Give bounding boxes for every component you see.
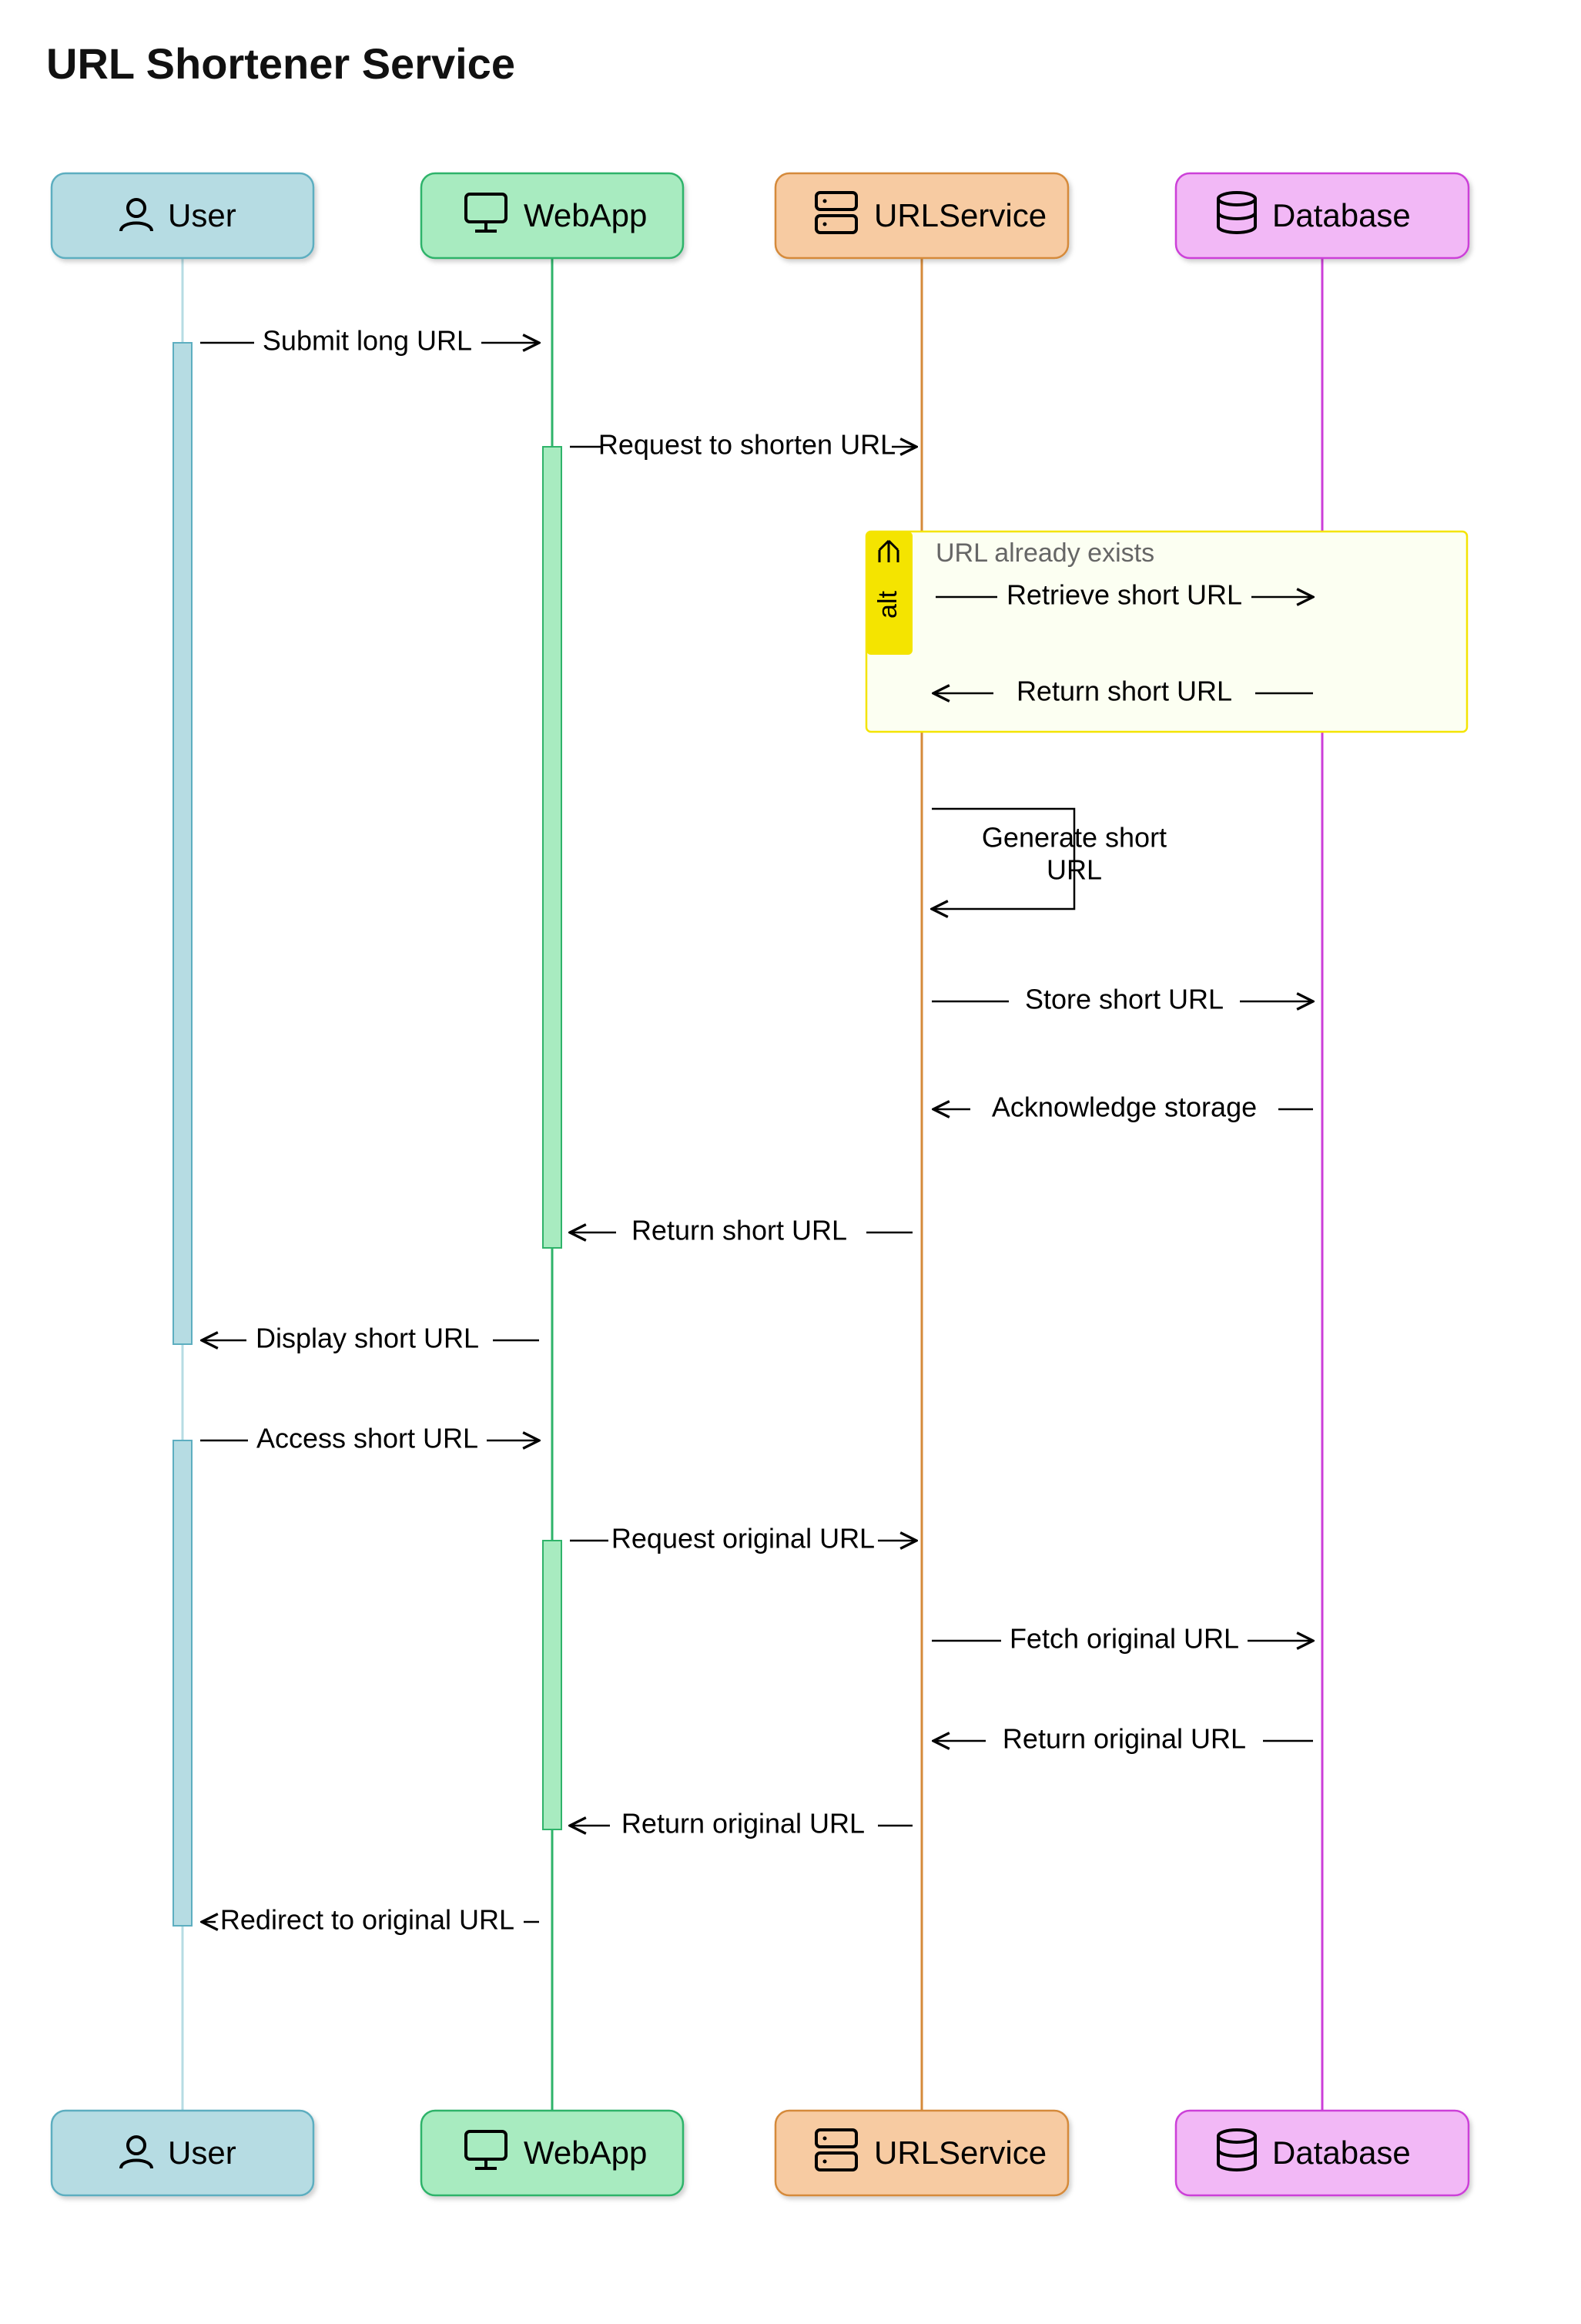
actor-database-bottom: Database <box>1176 2111 1469 2195</box>
msg-label: Display short URL <box>256 1323 479 1354</box>
msg-label: Retrieve short URL <box>1007 579 1242 611</box>
actor-webapp-top: WebApp <box>421 173 683 258</box>
msg-label: Return short URL <box>1017 676 1232 707</box>
msg-label: Redirect to original URL <box>220 1904 514 1936</box>
msg-label: Request original URL <box>611 1523 875 1554</box>
msg-label: Submit long URL <box>263 325 472 357</box>
actor-service-top: URLService <box>775 173 1068 258</box>
msg-label: URL <box>1047 854 1102 886</box>
msg-label: Fetch original URL <box>1010 1623 1239 1655</box>
msg-store-short-url: Store short URL <box>932 984 1313 1015</box>
msg-label: Generate short <box>982 822 1167 853</box>
activation-user-1 <box>173 343 192 1344</box>
msg-display-short-url: Display short URL <box>202 1323 539 1354</box>
actor-webapp-label: WebApp <box>524 197 647 233</box>
activation-webapp-2 <box>543 1541 561 1829</box>
msg-fetch-original-url: Fetch original URL <box>932 1623 1313 1655</box>
actor-user-bottom: User <box>52 2111 313 2195</box>
actor-user-top: User <box>52 173 313 258</box>
msg-request-shorten: Request to shorten URL <box>570 429 916 461</box>
msg-label: Request to shorten URL <box>598 429 896 461</box>
actor-database-label: Database <box>1272 2135 1411 2171</box>
msg-label: Return original URL <box>1003 1723 1246 1755</box>
activation-user-2 <box>173 1440 192 1926</box>
actor-user-label: User <box>168 2135 236 2171</box>
actor-user-label: User <box>168 197 236 233</box>
msg-label: Store short URL <box>1025 984 1224 1015</box>
msg-access-short-url: Access short URL <box>200 1423 539 1454</box>
msg-ack-storage: Acknowledge storage <box>933 1092 1313 1123</box>
msg-label: Access short URL <box>256 1423 478 1454</box>
msg-label: Return short URL <box>631 1215 847 1246</box>
msg-generate-short-url: Generate short URL <box>932 809 1167 909</box>
msg-submit-long-url: Submit long URL <box>200 325 539 357</box>
msg-return-original-url-svc: Return original URL <box>570 1808 913 1839</box>
actor-database-label: Database <box>1272 197 1411 233</box>
msg-return-short-url: Return short URL <box>570 1215 913 1246</box>
actor-database-top: Database <box>1176 173 1469 258</box>
msg-label: Acknowledge storage <box>992 1092 1257 1123</box>
activation-webapp-1 <box>543 447 561 1248</box>
msg-request-original-url: Request original URL <box>570 1523 916 1554</box>
msg-return-original-url-db: Return original URL <box>933 1723 1313 1755</box>
actor-webapp-label: WebApp <box>524 2135 647 2171</box>
msg-label: Return original URL <box>621 1808 865 1839</box>
msg-redirect-original-url: Redirect to original URL <box>202 1904 539 1936</box>
actor-service-label: URLService <box>874 197 1047 233</box>
alt-tab-label: alt <box>873 590 903 618</box>
sequence-diagram: User WebApp URLService Database <box>0 0 1581 2324</box>
actor-service-label: URLService <box>874 2135 1047 2171</box>
actor-webapp-bottom: WebApp <box>421 2111 683 2195</box>
actor-service-bottom: URLService <box>775 2111 1068 2195</box>
alt-title: URL already exists <box>936 538 1154 568</box>
